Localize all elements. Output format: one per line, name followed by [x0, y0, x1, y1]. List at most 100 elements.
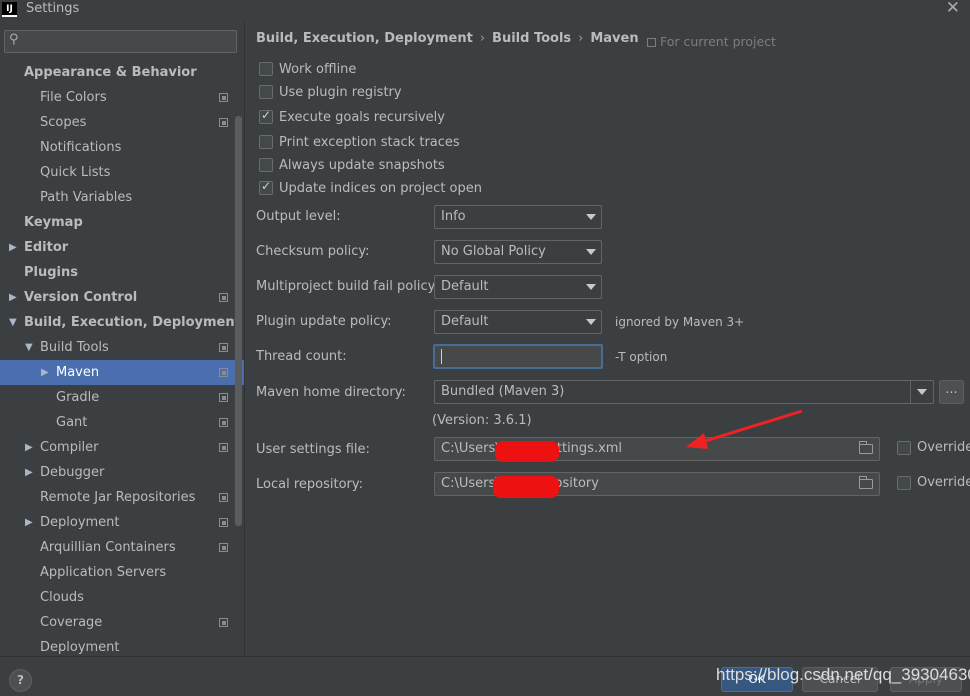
thread-count-input[interactable]	[433, 344, 603, 369]
sidebar-item-application-servers[interactable]: Application Servers	[0, 560, 244, 585]
override-label: Override	[917, 475, 970, 490]
collapse-arrow-icon[interactable]: ▶	[9, 235, 21, 260]
sidebar-item-label: Coverage	[40, 615, 103, 630]
sidebar-item-deployment[interactable]: ▶ Deployment	[0, 510, 244, 535]
divider	[910, 381, 911, 403]
option-label: Update indices on project open	[279, 180, 482, 196]
folder-icon[interactable]	[859, 441, 873, 454]
sidebar-item-gradle[interactable]: Gradle	[0, 385, 244, 410]
project-scope-icon	[219, 118, 228, 127]
sidebar-item-label: Application Servers	[40, 565, 167, 580]
option-print-exception-stack-traces[interactable]: Print exception stack traces	[259, 132, 460, 152]
folder-icon[interactable]	[859, 476, 873, 489]
scope-note-label: For current project	[660, 34, 776, 49]
sidebar-item-path-variables[interactable]: Path Variables	[0, 185, 244, 210]
dialog-footer: ? OK Cancel Apply	[0, 656, 970, 696]
sidebar-item-appearance-behavior[interactable]: Appearance & Behavior	[0, 60, 244, 85]
plugin-update-label: Plugin update policy:	[256, 314, 392, 329]
settings-sidebar: ⚲ Appearance & Behavior File Colors Scopes…	[0, 22, 245, 656]
user-settings-override[interactable]: Override	[897, 440, 970, 455]
expand-arrow-icon[interactable]: ▼	[25, 335, 37, 360]
local-repo-label: Local repository:	[256, 477, 363, 492]
sidebar-item-scopes[interactable]: Scopes	[0, 110, 244, 135]
expand-arrow-icon[interactable]: ▼	[9, 310, 21, 335]
project-scope-icon	[219, 543, 228, 552]
local-repo-override[interactable]: Override	[897, 475, 970, 490]
collapse-arrow-icon[interactable]: ▶	[41, 360, 53, 385]
sidebar-item-quick-lists[interactable]: Quick Lists	[0, 160, 244, 185]
override-label: Override	[917, 440, 970, 455]
cancel-button[interactable]: Cancel	[802, 667, 878, 692]
checkbox[interactable]	[259, 158, 273, 172]
sidebar-item-gant[interactable]: Gant	[0, 410, 244, 435]
sidebar-item-notifications[interactable]: Notifications	[0, 135, 244, 160]
maven-home-select[interactable]: Bundled (Maven 3)	[434, 380, 934, 404]
checkbox[interactable]	[897, 440, 911, 455]
checkbox[interactable]	[259, 135, 273, 149]
checkbox[interactable]	[259, 179, 273, 195]
sidebar-item-label: Build, Execution, Deployment	[24, 315, 241, 330]
checksum-policy-label: Checksum policy:	[256, 244, 370, 259]
apply-button[interactable]: Apply	[890, 667, 962, 692]
sidebar-item-label: Plugins	[24, 265, 78, 280]
breadcrumb: Build, Execution, Deployment › Build Tools…	[256, 31, 639, 46]
output-level-select[interactable]: Info	[434, 205, 602, 229]
sidebar-item-file-colors[interactable]: File Colors	[0, 85, 244, 110]
checkbox[interactable]	[259, 85, 273, 99]
collapse-arrow-icon[interactable]: ▶	[25, 510, 37, 535]
multiproject-fail-value: Default	[441, 279, 489, 294]
browse-maven-home-button[interactable]: ...	[939, 380, 964, 404]
sidebar-item-version-control[interactable]: ▶ Version Control	[0, 285, 244, 310]
sidebar-item-keymap[interactable]: Keymap	[0, 210, 244, 235]
collapse-arrow-icon[interactable]: ▶	[25, 435, 37, 460]
text-caret	[441, 349, 442, 364]
plugin-update-select[interactable]: Default	[434, 310, 602, 334]
ok-button[interactable]: OK	[721, 667, 793, 692]
checkbox[interactable]	[259, 62, 273, 76]
sidebar-item-maven[interactable]: ▶ Maven	[0, 360, 244, 385]
breadcrumb-part: Maven	[590, 31, 639, 46]
sidebar-item-compiler[interactable]: ▶ Compiler	[0, 435, 244, 460]
breadcrumb-separator: ›	[578, 31, 584, 46]
sidebar-item-remote-jar-repositories[interactable]: Remote Jar Repositories	[0, 485, 244, 510]
option-execute-goals-recursively[interactable]: Execute goals recursively	[259, 107, 445, 127]
sidebar-item-editor[interactable]: ▶ Editor	[0, 235, 244, 260]
option-label: Print exception stack traces	[279, 134, 460, 150]
sidebar-item-debugger[interactable]: ▶ Debugger	[0, 460, 244, 485]
sidebar-item-plugins[interactable]: Plugins	[0, 260, 244, 285]
breadcrumb-separator: ›	[479, 31, 486, 46]
option-work-offline[interactable]: Work offline	[259, 59, 356, 79]
checksum-policy-value: No Global Policy	[441, 244, 546, 259]
collapse-arrow-icon[interactable]: ▶	[9, 285, 21, 310]
sidebar-item-arquillian-containers[interactable]: Arquillian Containers	[0, 535, 244, 560]
maven-home-value: Bundled (Maven 3)	[441, 384, 565, 399]
plugin-update-value: Default	[441, 314, 489, 329]
sidebar-scrollbar[interactable]	[235, 116, 242, 526]
user-settings-label: User settings file:	[256, 442, 370, 457]
multiproject-fail-label: Multiproject build fail policy:	[256, 279, 439, 294]
collapse-arrow-icon[interactable]: ▶	[25, 460, 37, 485]
help-button[interactable]: ?	[9, 669, 32, 692]
settings-search-input[interactable]: ⚲	[4, 30, 237, 53]
sidebar-item-build-tools[interactable]: ▼ Build Tools	[0, 335, 244, 360]
sidebar-item-deployment[interactable]: Deployment	[0, 635, 244, 656]
checkbox[interactable]	[259, 108, 273, 124]
sidebar-item-label: File Colors	[40, 90, 107, 105]
option-use-plugin-registry[interactable]: Use plugin registry	[259, 82, 402, 102]
checksum-policy-select[interactable]: No Global Policy	[434, 240, 602, 264]
option-update-indices[interactable]: Update indices on project open	[259, 178, 482, 198]
redaction-mark	[495, 441, 559, 462]
multiproject-fail-select[interactable]: Default	[434, 275, 602, 299]
sidebar-item-label: Keymap	[24, 215, 83, 230]
sidebar-item-coverage[interactable]: Coverage	[0, 610, 244, 635]
sidebar-item-build-execution-deployment[interactable]: ▼ Build, Execution, Deployment	[0, 310, 244, 335]
close-icon[interactable]: ✕	[946, 0, 960, 18]
option-label: Execute goals recursively	[279, 109, 445, 125]
option-always-update-snapshots[interactable]: Always update snapshots	[259, 155, 445, 175]
sidebar-item-clouds[interactable]: Clouds	[0, 585, 244, 610]
breadcrumb-part: Build, Execution, Deployment	[256, 31, 473, 46]
maven-home-label: Maven home directory:	[256, 385, 406, 400]
project-scope-icon	[219, 443, 228, 452]
thread-count-label: Thread count:	[256, 349, 347, 364]
checkbox[interactable]	[897, 475, 911, 490]
